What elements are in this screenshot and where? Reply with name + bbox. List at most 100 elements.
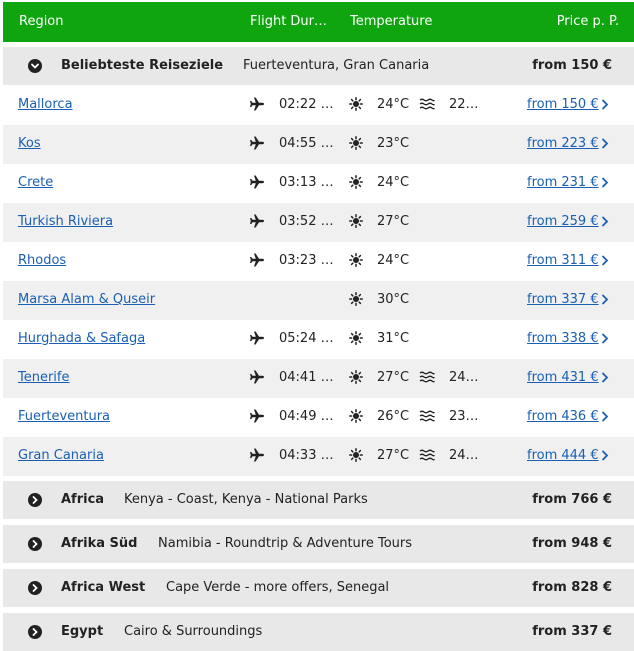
price-link[interactable]: from 337 €: [527, 292, 599, 307]
price-link[interactable]: from 259 €: [527, 214, 599, 229]
chevron-right-icon[interactable]: [28, 581, 42, 595]
plane-icon: [249, 447, 265, 463]
sun-icon: [349, 97, 363, 111]
flight-duration: 02:22 …: [279, 97, 334, 112]
water-temperature: 24…: [449, 370, 479, 385]
group-row[interactable]: Afrika Süd Namibia - Roundtrip & Adventur…: [3, 525, 634, 563]
temperature-value: 26°C: [377, 409, 410, 424]
chevron-right-icon[interactable]: [601, 177, 609, 188]
water-temperature: 22…: [449, 97, 479, 112]
price-link[interactable]: from 338 €: [527, 331, 599, 346]
sun-icon: [349, 292, 363, 306]
waves-icon: [419, 448, 435, 462]
chevron-right-icon[interactable]: [601, 411, 609, 422]
price-link[interactable]: from 444 €: [527, 448, 599, 463]
price-link[interactable]: from 431 €: [527, 370, 599, 385]
sun-icon: [349, 253, 363, 267]
group-row[interactable]: Beliebteste Reiseziele Fuerteventura, Gra…: [3, 47, 634, 85]
group-subtitle: Cairo & Surroundings: [124, 624, 263, 639]
flight-duration: 03:23 …: [279, 253, 334, 268]
flight-duration: 03:52 …: [279, 214, 334, 229]
group-price: from 337 €: [532, 624, 612, 639]
chevron-right-icon[interactable]: [28, 493, 42, 507]
destination-row[interactable]: Tenerife 04:41 … 27°C 24… from 431 €: [3, 359, 634, 398]
group-name: Egypt: [61, 624, 104, 639]
destination-row[interactable]: Marsa Alam & Quseir 30°C from 337 €: [3, 281, 634, 320]
waves-icon: [419, 370, 435, 384]
destination-link[interactable]: Crete: [18, 175, 53, 190]
destination-link[interactable]: Hurghada & Safaga: [18, 331, 145, 346]
price-link[interactable]: from 150 €: [527, 97, 599, 112]
plane-icon: [249, 213, 265, 229]
group-row[interactable]: Egypt Cairo & Surroundings from 337 €: [3, 613, 634, 651]
group-name: Africa West: [61, 580, 146, 595]
destination-row[interactable]: Gran Canaria 04:33 … 27°C 24… from 444 €: [3, 437, 634, 476]
price-link[interactable]: from 436 €: [527, 409, 599, 424]
chevron-right-icon[interactable]: [601, 99, 609, 110]
chevron-right-icon[interactable]: [28, 537, 42, 551]
group-name: Beliebteste Reiseziele: [61, 58, 224, 73]
sun-icon: [349, 448, 363, 462]
sun-icon: [349, 409, 363, 423]
plane-icon: [249, 135, 265, 151]
price-link[interactable]: from 311 €: [527, 253, 599, 268]
destination-link[interactable]: Marsa Alam & Quseir: [18, 292, 155, 307]
chevron-right-icon[interactable]: [601, 294, 609, 305]
waves-icon: [419, 409, 435, 423]
group-row[interactable]: Africa West Cape Verde - more offers, Sen…: [3, 569, 634, 607]
temperature-value: 23°C: [377, 136, 410, 151]
destination-row[interactable]: Hurghada & Safaga 05:24 … 31°C from 338 €: [3, 320, 634, 359]
group-subtitle: Fuerteventura, Gran Canaria: [243, 58, 430, 73]
destination-row[interactable]: Crete 03:13 … 24°C from 231 €: [3, 164, 634, 203]
destination-row[interactable]: Turkish Riviera 03:52 … 27°C from 259 €: [3, 203, 634, 242]
price-link[interactable]: from 231 €: [527, 175, 599, 190]
sun-icon: [349, 331, 363, 345]
destination-link[interactable]: Fuerteventura: [18, 409, 110, 424]
chevron-right-icon[interactable]: [601, 138, 609, 149]
chevron-right-icon[interactable]: [601, 333, 609, 344]
sun-icon: [349, 136, 363, 150]
header-region[interactable]: Region: [19, 14, 64, 29]
destination-link[interactable]: Tenerife: [18, 370, 70, 385]
destination-link[interactable]: Kos: [18, 136, 41, 151]
header-flight-duration[interactable]: Flight Dur…: [250, 14, 330, 29]
flight-duration: 04:41 …: [279, 370, 334, 385]
flight-duration: 04:49 …: [279, 409, 334, 424]
destination-link[interactable]: Turkish Riviera: [18, 214, 113, 229]
group-row[interactable]: Africa Kenya - Coast, Kenya - National Pa…: [3, 481, 634, 519]
destination-row[interactable]: Fuerteventura 04:49 … 26°C 23… from 436 €: [3, 398, 634, 437]
header-temperature[interactable]: Temperature: [350, 14, 432, 29]
flight-duration: 04:33 …: [279, 448, 334, 463]
header-price[interactable]: Price p. P.: [557, 14, 619, 29]
chevron-right-icon[interactable]: [601, 450, 609, 461]
chevron-right-icon[interactable]: [601, 216, 609, 227]
destination-row[interactable]: Kos 04:55 … 23°C from 223 €: [3, 125, 634, 164]
price-link[interactable]: from 223 €: [527, 136, 599, 151]
destination-row[interactable]: Mallorca 02:22 … 24°C 22… from 150 €: [3, 86, 634, 125]
group-price: from 828 €: [532, 580, 612, 595]
flight-duration: 04:55 …: [279, 136, 334, 151]
group-name: Africa: [61, 492, 105, 507]
chevron-down-icon[interactable]: [28, 59, 42, 73]
temperature-value: 24°C: [377, 175, 410, 190]
sun-icon: [349, 175, 363, 189]
flight-duration: 05:24 …: [279, 331, 334, 346]
plane-icon: [249, 408, 265, 424]
destination-table: Region Flight Dur… Temperature Price p. …: [0, 0, 634, 651]
chevron-right-icon[interactable]: [28, 625, 42, 639]
water-temperature: 24…: [449, 448, 479, 463]
plane-icon: [249, 330, 265, 346]
plane-icon: [249, 369, 265, 385]
chevron-right-icon[interactable]: [601, 372, 609, 383]
temperature-value: 27°C: [377, 214, 410, 229]
temperature-value: 30°C: [377, 292, 410, 307]
group-price: from 150 €: [532, 58, 612, 73]
destination-link[interactable]: Rhodos: [18, 253, 66, 268]
temperature-value: 27°C: [377, 448, 410, 463]
chevron-right-icon[interactable]: [601, 255, 609, 266]
temperature-value: 27°C: [377, 370, 410, 385]
destination-link[interactable]: Mallorca: [18, 97, 73, 112]
destination-link[interactable]: Gran Canaria: [18, 448, 104, 463]
destination-row[interactable]: Rhodos 03:23 … 24°C from 311 €: [3, 242, 634, 281]
group-price: from 766 €: [532, 492, 612, 507]
